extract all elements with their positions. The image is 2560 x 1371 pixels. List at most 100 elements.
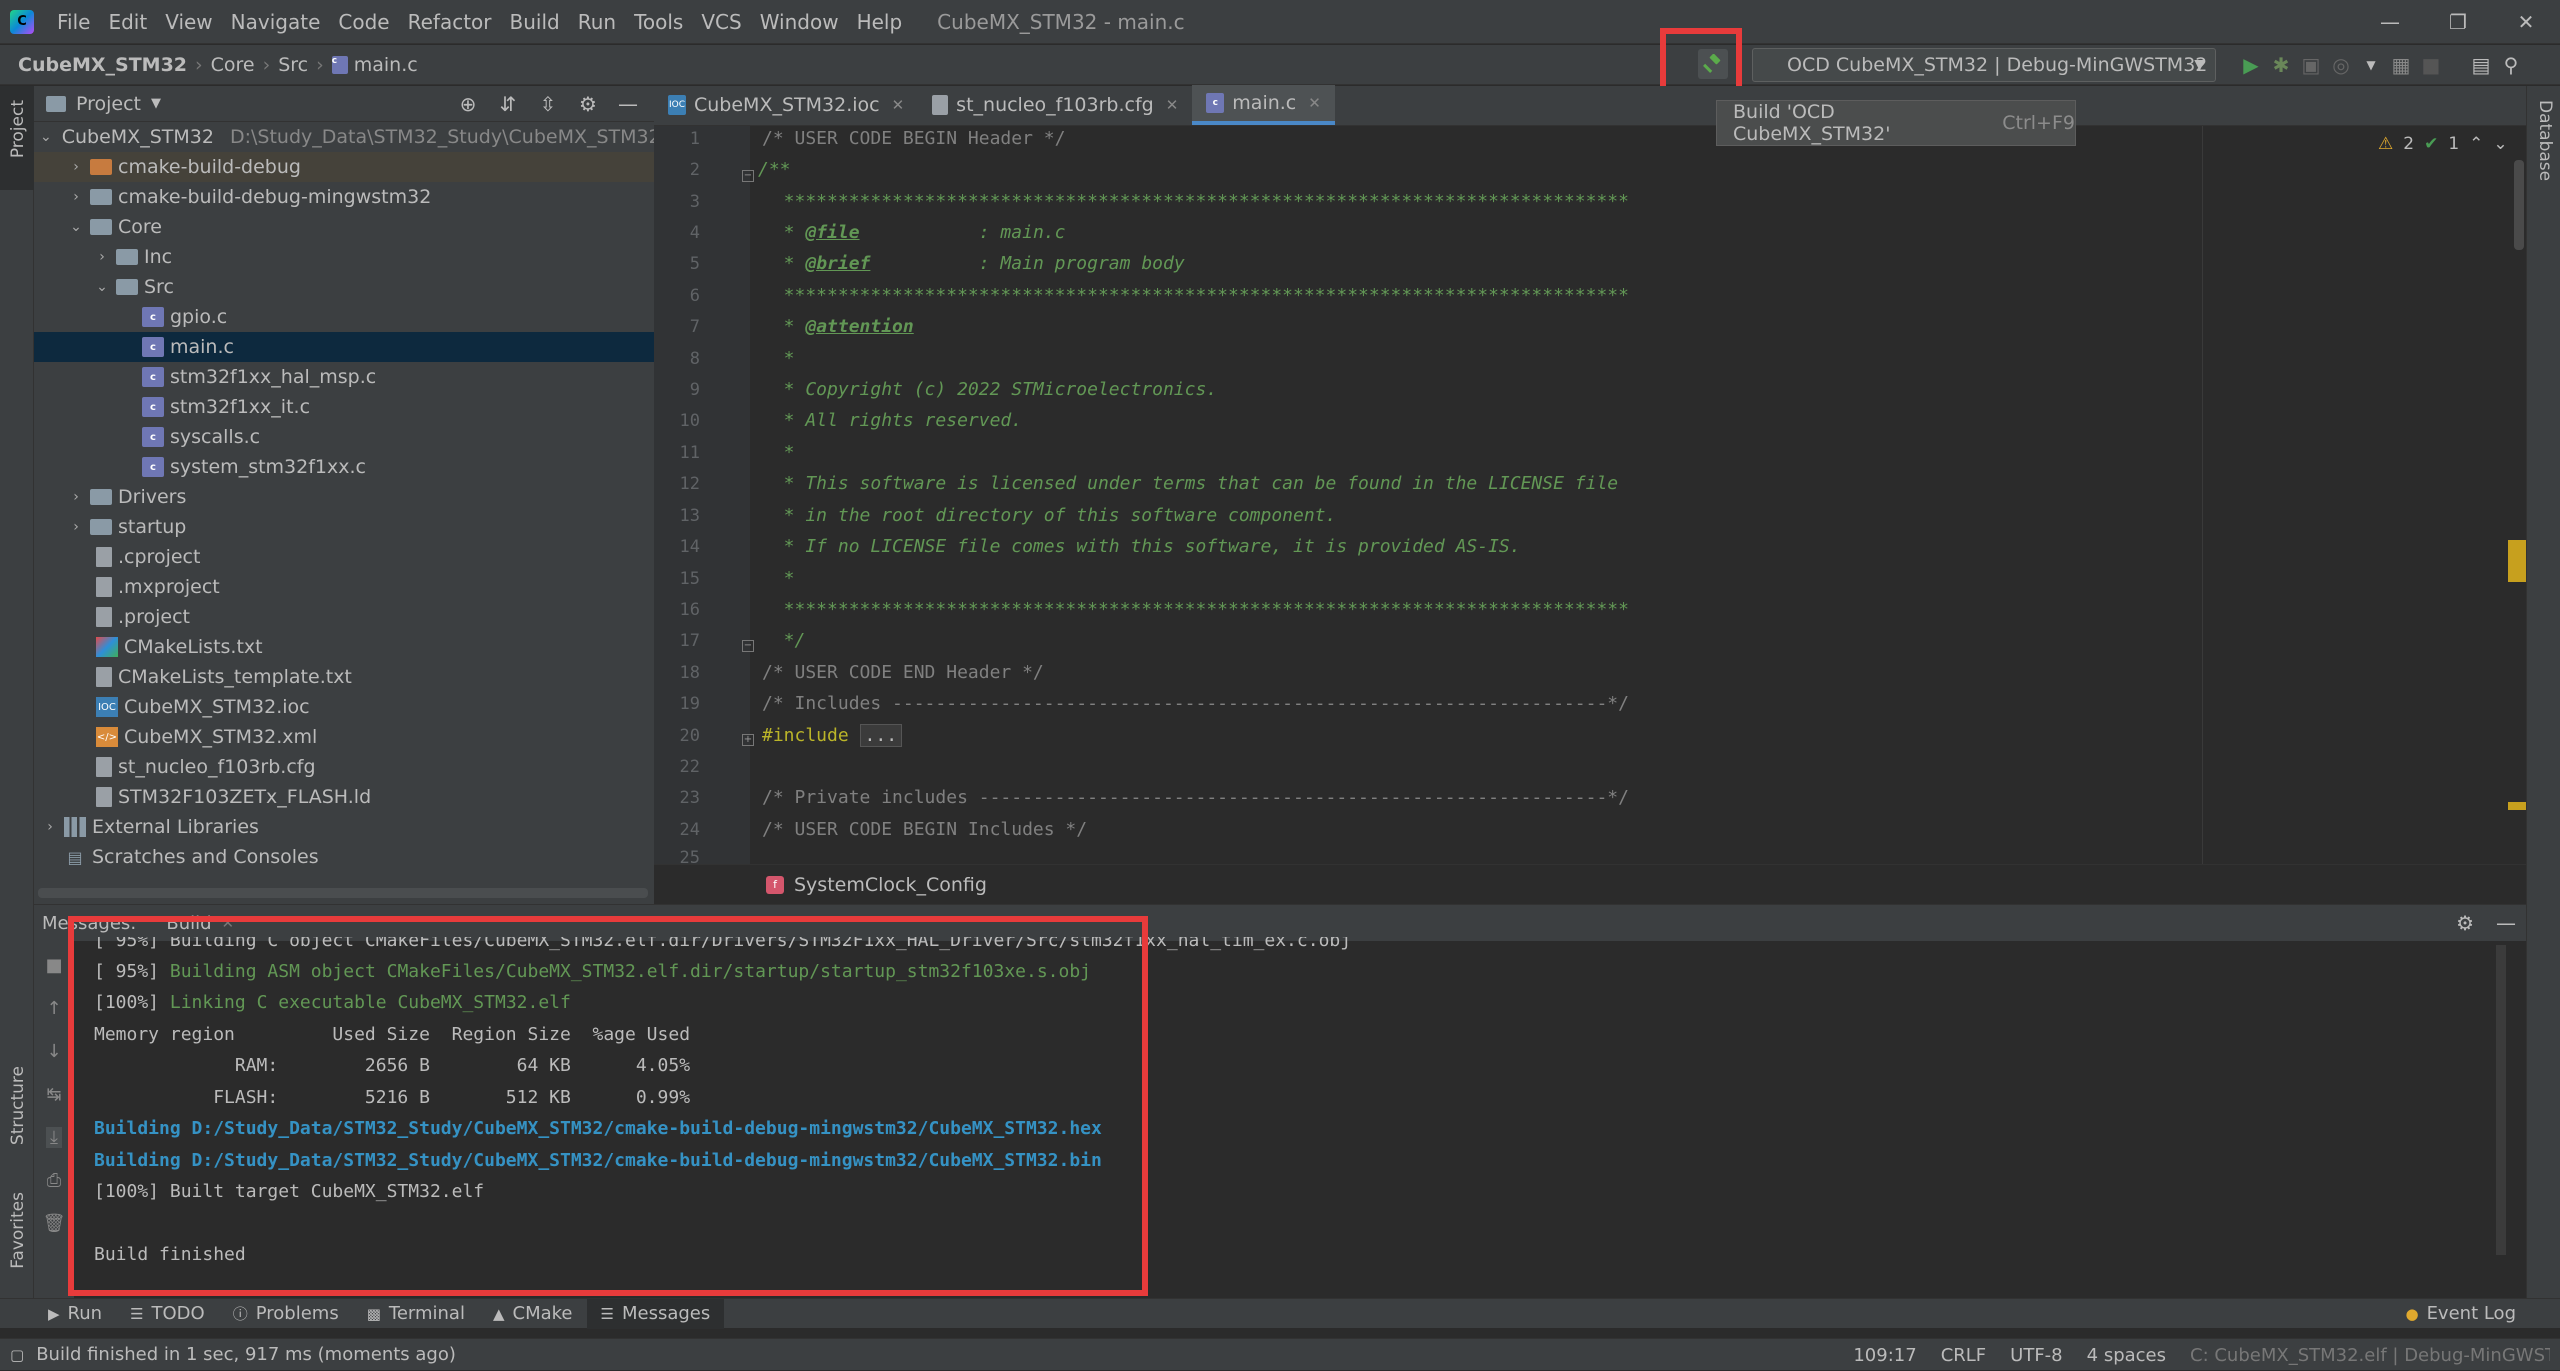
- tab-ioc[interactable]: IOC CubeMX_STM32.ioc ✕: [654, 85, 918, 125]
- tab-cfg[interactable]: st_nucleo_f103rb.cfg ✕: [918, 85, 1192, 125]
- run-configuration-select[interactable]: OCD CubeMX_STM32 | Debug-MinGWSTM32 ▼: [1752, 48, 2216, 82]
- tree-item-gpio-c[interactable]: c gpio.c: [34, 302, 654, 332]
- menu-window[interactable]: Window: [751, 0, 848, 44]
- breadcrumb-core[interactable]: Core: [211, 54, 255, 76]
- tree-item-cmake-build-debug[interactable]: › cmake-build-debug: [34, 152, 654, 182]
- tree-item-it-c[interactable]: c stm32f1xx_it.c: [34, 392, 654, 422]
- chevron-down-icon[interactable]: ▼: [151, 96, 161, 111]
- code-line[interactable]: * in the root directory of this software…: [762, 505, 1337, 526]
- code-line[interactable]: /* Private includes --------------------…: [762, 787, 1629, 808]
- code-line[interactable]: * If no LICENSE file comes with this sof…: [762, 536, 1521, 557]
- code-line[interactable]: *: [762, 442, 795, 463]
- close-tab-icon[interactable]: ✕: [1166, 96, 1179, 114]
- stop-icon[interactable]: ■: [2416, 53, 2446, 77]
- code-line[interactable]: #include ...: [762, 724, 903, 747]
- tree-item-ld[interactable]: STM32F103ZETx_FLASH.ld: [34, 782, 654, 812]
- editor-scrollbar[interactable]: [2514, 160, 2524, 250]
- tree-item-mxproject[interactable]: .mxproject: [34, 572, 654, 602]
- code-line[interactable]: /* Includes ----------------------------…: [762, 693, 1629, 714]
- tree-item-startup[interactable]: › startup: [34, 512, 654, 542]
- tree-item-ioc[interactable]: IOC CubeMX_STM32.ioc: [34, 692, 654, 722]
- code-line[interactable]: /**: [758, 159, 791, 180]
- tree-item-external-libraries[interactable]: › External Libraries: [34, 812, 654, 842]
- coverage-icon[interactable]: ▣: [2296, 53, 2326, 77]
- fold-toggle-icon[interactable]: −: [742, 170, 754, 182]
- breadcrumb-project[interactable]: CubeMX_STM32: [18, 54, 187, 76]
- breadcrumb-src[interactable]: Src: [278, 54, 308, 76]
- indent-setting[interactable]: 4 spaces: [2087, 1345, 2166, 1366]
- tree-item-cmakelists[interactable]: CMakeLists.txt: [34, 632, 654, 662]
- database-tool-tab[interactable]: Database: [2535, 100, 2555, 181]
- project-view-select[interactable]: Project: [76, 93, 141, 115]
- function-crumb[interactable]: SystemClock_Config: [794, 874, 987, 896]
- down-arrow-icon[interactable]: ↓: [46, 1041, 61, 1062]
- menu-edit[interactable]: Edit: [99, 0, 156, 44]
- tab-main-c[interactable]: c main.c ✕: [1192, 85, 1335, 125]
- menu-file[interactable]: File: [48, 0, 99, 44]
- horizontal-scrollbar[interactable]: [38, 888, 648, 898]
- code-line[interactable]: * @file : main.c: [762, 222, 1066, 243]
- tree-item-main-c[interactable]: c main.c: [34, 332, 654, 362]
- tree-item-src[interactable]: ⌄ Src: [34, 272, 654, 302]
- soft-wrap-icon[interactable]: ↹: [46, 1084, 61, 1105]
- tree-item-hal-msp-c[interactable]: c stm32f1xx_hal_msp.c: [34, 362, 654, 392]
- tool-tab-todo[interactable]: ☰ TODO: [116, 1299, 219, 1329]
- build-hammer-icon[interactable]: [1698, 49, 1728, 79]
- gear-icon[interactable]: ⚙: [568, 92, 608, 116]
- close-button[interactable]: ✕: [2492, 0, 2560, 44]
- tree-item-core[interactable]: ⌄ Core: [34, 212, 654, 242]
- menu-run[interactable]: Run: [569, 0, 625, 44]
- menu-code[interactable]: Code: [329, 0, 398, 44]
- code-line[interactable]: ****************************************…: [762, 285, 1629, 306]
- warning-marker[interactable]: [2508, 802, 2526, 810]
- caret-position[interactable]: 109:17: [1853, 1345, 1916, 1366]
- menu-help[interactable]: Help: [848, 0, 912, 44]
- close-tab-icon[interactable]: ✕: [222, 914, 235, 932]
- code-line[interactable]: * @brief : Main program body: [762, 253, 1185, 274]
- restore-button[interactable]: ❐: [2424, 0, 2492, 44]
- code-line[interactable]: */: [762, 630, 806, 651]
- tree-item-system-c[interactable]: c system_stm32f1xx.c: [34, 452, 654, 482]
- tool-tab-terminal[interactable]: ▩ Terminal: [353, 1299, 479, 1329]
- tree-item-cproject[interactable]: .cproject: [34, 542, 654, 572]
- tree-item-drivers[interactable]: › Drivers: [34, 482, 654, 512]
- code-line[interactable]: * Copyright (c) 2022 STMicroelectronics.: [762, 379, 1217, 400]
- tree-item-project[interactable]: .project: [34, 602, 654, 632]
- collapse-all-icon[interactable]: ⇳: [528, 92, 568, 116]
- hide-panel-icon[interactable]: —: [2496, 911, 2516, 935]
- debug-icon[interactable]: ✱: [2266, 53, 2296, 77]
- up-arrow-icon[interactable]: ↑: [46, 998, 61, 1019]
- code-line[interactable]: /* USER CODE BEGIN Header */: [762, 128, 1065, 149]
- tree-item-root[interactable]: ⌄ CubeMX_STM32 D:\Study_Data\STM32_Study\C…: [34, 122, 661, 152]
- panel-toggle-icon[interactable]: ▢: [10, 1346, 24, 1364]
- expand-all-icon[interactable]: ⇵: [488, 92, 528, 116]
- fold-toggle-icon[interactable]: −: [742, 640, 754, 652]
- profiler-icon[interactable]: ◎: [2326, 53, 2356, 77]
- breadcrumb-file[interactable]: main.c: [354, 54, 418, 76]
- run-icon[interactable]: ▶: [2236, 53, 2266, 77]
- code-line[interactable]: /* USER CODE BEGIN Includes */: [762, 819, 1087, 840]
- build-tab[interactable]: Build: [166, 913, 211, 934]
- tree-item-cmakelists-template[interactable]: CMakeLists_template.txt: [34, 662, 654, 692]
- file-encoding[interactable]: UTF-8: [2010, 1345, 2062, 1366]
- attach-debugger-icon[interactable]: ▦: [2386, 53, 2416, 77]
- project-structure-icon[interactable]: ▤: [2466, 53, 2496, 77]
- tool-tab-run[interactable]: ▶ Run: [34, 1299, 116, 1329]
- messages-scrollbar[interactable]: [2496, 945, 2506, 1255]
- menu-build[interactable]: Build: [501, 0, 569, 44]
- stop-icon[interactable]: ■: [45, 955, 62, 976]
- tree-item-inc[interactable]: › Inc: [34, 242, 654, 272]
- structure-tool-tab[interactable]: Structure: [8, 1066, 28, 1145]
- project-tool-tab[interactable]: Project: [8, 100, 28, 158]
- menu-navigate[interactable]: Navigate: [222, 0, 330, 44]
- close-tab-icon[interactable]: ✕: [1308, 94, 1321, 112]
- tool-tab-cmake[interactable]: ▲ CMake: [479, 1299, 587, 1329]
- scroll-to-end-icon[interactable]: ⤓: [46, 1127, 62, 1148]
- menu-refactor[interactable]: Refactor: [399, 0, 501, 44]
- tool-tab-event-log[interactable]: ● Event Log: [2391, 1299, 2530, 1329]
- code-line[interactable]: * This software is licensed under terms …: [762, 473, 1618, 494]
- tree-item-cmake-build-debug-mingwstm32[interactable]: › cmake-build-debug-mingwstm32: [34, 182, 654, 212]
- locate-file-icon[interactable]: ⊕: [448, 92, 488, 116]
- gear-icon[interactable]: ⚙: [2456, 911, 2474, 935]
- menu-vcs[interactable]: VCS: [692, 0, 750, 44]
